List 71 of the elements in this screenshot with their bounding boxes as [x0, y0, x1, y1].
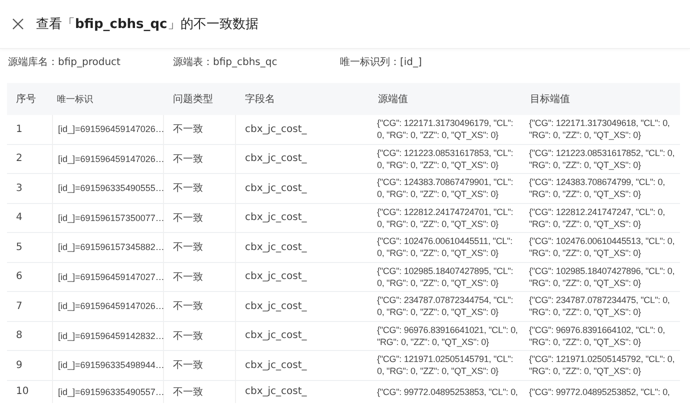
issue-type: 不一致 [164, 233, 236, 262]
field-name: cbx_jc_cost_ [244, 385, 308, 399]
source-value: {"CG": 124383.70867479901, "CL": 0, "RG": 0, "ZZ": 0, "QT_XS": 0} [376, 176, 514, 202]
info-text: 唯一标识列：[id_] [340, 56, 422, 70]
target-value: {"CG": 122812.241747247, "CL": 0, "RG": 0, "ZZ": 0, "QT_XS": 0} [528, 206, 666, 231]
row-number: 3 [15, 182, 24, 196]
info-text: 源端库名：bfip_product [8, 56, 122, 70]
column-header: 字段名 [244, 92, 276, 107]
field-name: cbx_jc_cost_ [244, 152, 308, 166]
row-number: 2 [15, 152, 24, 166]
field-name: cbx_jc_cost_ [244, 300, 308, 314]
row-id: [id_]=691596335490557… [52, 380, 164, 402]
field-name: cbx_jc_cost_ [244, 329, 308, 344]
source-value: {"CG": 102985.18407427895, "CL": 0, "RG": 0, "ZZ": 0, "QT_XS": 0} [376, 264, 514, 290]
issue-type: 不一致 [164, 144, 236, 173]
source-value: {"CG": 121223.08531617853, "CL": 0, "RG": 0, "ZZ": 0, "QT_XS": 0} [376, 146, 514, 172]
row-id: [id_]=691596459147026… [52, 115, 164, 144]
source-value: {"CG": 122171.31730496179, "CL": 0, "RG": 0, "ZZ": 0, "QT_XS": 0} [376, 117, 514, 142]
row-number: 4 [15, 211, 24, 226]
issue-type: 不一致 [164, 292, 236, 320]
row-id: [id_]=691596157350077… [52, 204, 164, 232]
source-value: {"CG": 96976.83916641021, "CL": 0, "RG": 0, "ZZ": 0, "QT_XS": 0} [376, 324, 519, 349]
field-name: cbx_jc_cost_ [244, 240, 308, 255]
row-id: [id_]=691596459142832… [52, 322, 164, 350]
issue-type: 不一致 [164, 204, 236, 232]
row-id: [id_]=691596157345882… [52, 233, 164, 262]
column-header: 源端值 [377, 92, 409, 107]
issue-type: 不一致 [164, 351, 236, 380]
issue-type: 不一致 [164, 174, 236, 202]
column-header: 唯一标识 [56, 92, 94, 106]
column-header: 目标端值 [529, 92, 571, 107]
dialog-title: 查看「bfip_cbhs_qc」的不一致数据 [36, 16, 258, 33]
field-name: cbx_jc_cost_ [244, 211, 308, 226]
source-value: {"CG": 234787.07872344754, "CL": 0, "RG": 0, "ZZ": 0, "QT_XS": 0} [376, 294, 514, 320]
column-header: 序号 [15, 92, 37, 107]
field-name: cbx_jc_cost_ [244, 182, 308, 196]
column-header: 问题类型 [172, 92, 214, 107]
row-id: [id_]=691596335490555… [52, 174, 164, 202]
source-value: {"CG": 122812.24174724701, "CL": 0, "RG": 0, "ZZ": 0, "QT_XS": 0} [376, 206, 514, 231]
row-id: [id_]=691596459147026… [52, 144, 164, 173]
field-name: cbx_jc_cost_ [244, 122, 308, 137]
source-value: {"CG": 121971.02505145791, "CL": 0, "RG": 0, "ZZ": 0, "QT_XS": 0} [376, 353, 514, 378]
target-value: {"CG": 102985.18407427896, "CL": 0, "RG": 0, "ZZ": 0, "QT_XS": 0} [528, 264, 676, 290]
target-value: {"CG": 121223.08531617852, "CL": 0, "RG": 0, "ZZ": 0, "QT_XS": 0} [528, 146, 676, 172]
target-value: {"CG": 124383.708674799, "CL": 0, "RG": 0, "ZZ": 0, "QT_XS": 0} [528, 176, 666, 202]
issue-type: 不一致 [164, 115, 236, 144]
row-number: 10 [15, 385, 30, 399]
target-value: {"CG": 99772.04895253852, "CL": 0, [528, 386, 671, 399]
issue-type: 不一致 [164, 322, 236, 350]
target-value: {"CG": 96976.8391664102, "CL": 0, "RG": 0, "ZZ": 0, "QT_XS": 0} [528, 324, 666, 349]
target-value: {"CG": 102476.00610445513, "CL": 0, "RG": 0, "ZZ": 0, "QT_XS": 0} [528, 235, 676, 260]
row-id: [id_]=691596459147027… [52, 262, 164, 291]
source-value: {"CG": 99772.04895253853, "CL": 0, [376, 386, 519, 399]
target-value: {"CG": 121971.02505145792, "CL": 0, "RG": 0, "ZZ": 0, "QT_XS": 0} [528, 353, 676, 378]
row-number: 5 [15, 240, 24, 255]
row-number: 9 [15, 358, 24, 373]
close-icon [12, 18, 24, 30]
target-value: {"CG": 122171.3173049618, "CL": 0, "RG": 0, "ZZ": 0, "QT_XS": 0} [528, 117, 671, 142]
row-id: [id_]=691596459147026… [52, 292, 164, 320]
target-value: {"CG": 234787.0787234475, "CL": 0, "RG": 0, "ZZ": 0, "QT_XS": 0} [528, 294, 671, 320]
row-id: [id_]=691596335498944… [52, 351, 164, 380]
field-name: cbx_jc_cost_ [244, 358, 308, 373]
info-text: 源端表：bfip_cbhs_qc [173, 56, 278, 70]
row-number: 8 [15, 329, 24, 344]
field-name: cbx_jc_cost_ [244, 270, 308, 284]
issue-type: 不一致 [164, 380, 236, 402]
row-number: 1 [15, 122, 24, 137]
row-number: 7 [15, 300, 24, 314]
issue-type: 不一致 [164, 262, 236, 291]
row-number: 6 [15, 270, 24, 284]
source-value: {"CG": 102476.00610445511, "CL": 0, "RG": 0, "ZZ": 0, "QT_XS": 0} [376, 235, 514, 260]
